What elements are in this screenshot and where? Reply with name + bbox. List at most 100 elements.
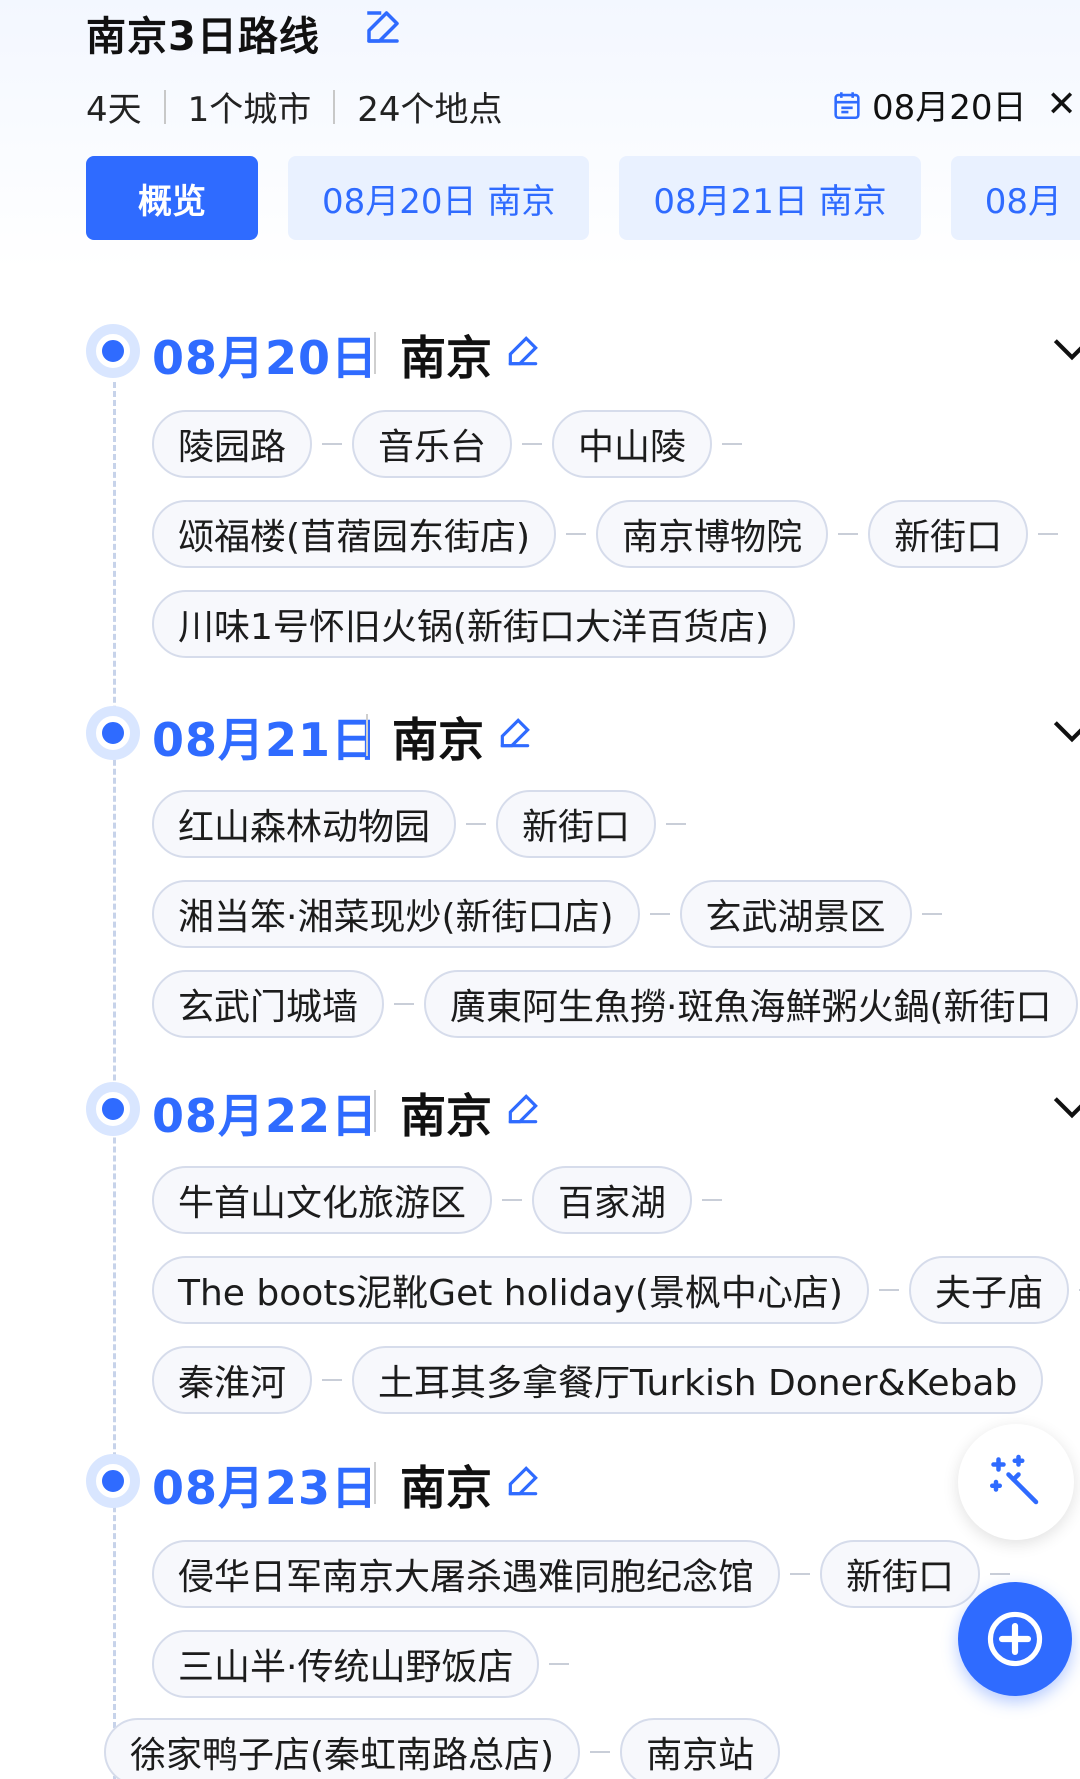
place-chip[interactable]: 徐家鸭子店(秦虹南路总店)	[104, 1718, 581, 1779]
place-chip[interactable]: 秦淮河	[152, 1346, 313, 1414]
place-chip[interactable]: 新街口	[820, 1540, 981, 1608]
day-city: 南京	[400, 331, 492, 385]
connector	[990, 1573, 1011, 1575]
place-row: 川味1号怀旧火锅(新街口大洋百货店)	[152, 590, 795, 658]
connector	[722, 443, 743, 445]
connector	[322, 1379, 343, 1381]
place-row: 陵园路 音乐台 中山陵	[152, 410, 752, 478]
day-date: 08月21日	[152, 713, 379, 767]
place-chip[interactable]: 陵园路	[152, 410, 313, 478]
tab-overview[interactable]: 概览	[86, 156, 258, 240]
divider	[366, 714, 368, 756]
place-chip[interactable]: 夫子庙	[908, 1256, 1069, 1324]
place-chip[interactable]: 玄武门城墙	[152, 970, 385, 1038]
days-count: 4天	[86, 90, 142, 130]
connector	[921, 913, 942, 915]
place-chip[interactable]: 音乐台	[352, 410, 513, 478]
place-chip[interactable]: 百家湖	[532, 1166, 693, 1234]
place-chip[interactable]: 川味1号怀旧火锅(新街口大洋百货店)	[152, 590, 795, 658]
connector	[394, 1003, 415, 1005]
timeline-line	[113, 382, 116, 1779]
place-row: 牛首山文化旅游区 百家湖	[152, 1166, 732, 1234]
day-marker	[86, 324, 140, 378]
place-chip[interactable]: 颂福楼(苜蓿园东街店)	[152, 500, 557, 568]
day-city: 南京	[392, 713, 484, 767]
divider	[374, 1090, 376, 1132]
place-chip[interactable]: 玄武湖景区	[679, 880, 912, 948]
connector	[790, 1573, 811, 1575]
place-row: 颂福楼(苜蓿园东街店) 南京博物院 新街口	[152, 500, 1068, 568]
edit-icon[interactable]	[362, 6, 404, 48]
edit-icon[interactable]	[496, 714, 534, 752]
day-date: 08月23日	[152, 1461, 379, 1515]
connector	[522, 443, 543, 445]
tab-day-1[interactable]: 08月20日 南京	[288, 156, 590, 240]
place-chip[interactable]: 三山半·传统山野饭店	[152, 1630, 540, 1698]
place-row: 红山森林动物园 新街口	[152, 790, 696, 858]
place-chip[interactable]: 新街口	[868, 500, 1029, 568]
magic-wand-icon	[990, 1454, 1039, 1505]
divider	[374, 1462, 376, 1504]
connector	[1038, 533, 1059, 535]
place-row: 秦淮河 土耳其多拿餐厅Turkish Doner&Kebab	[152, 1346, 1044, 1414]
place-chip[interactable]: 南京博物院	[596, 500, 829, 568]
day-marker	[86, 706, 140, 760]
day-tabs: 概览 08月20日 南京 08月21日 南京 08月	[86, 156, 1080, 240]
connector	[666, 823, 687, 825]
chevron-down-icon[interactable]	[1052, 716, 1080, 746]
place-chip[interactable]: 新街口	[496, 790, 657, 858]
place-count: 24个地点	[357, 90, 503, 130]
place-chip[interactable]: 湘当笨·湘菜现炒(新街口店)	[152, 880, 640, 948]
connector	[322, 443, 343, 445]
close-icon[interactable]: ✕	[1047, 84, 1077, 125]
start-date-text: 08月20日	[872, 88, 1027, 128]
calendar-icon	[834, 91, 860, 119]
edit-icon[interactable]	[504, 1090, 542, 1128]
day-marker	[86, 1454, 140, 1508]
edit-icon[interactable]	[504, 332, 542, 370]
place-row: 湘当笨·湘菜现炒(新街口店) 玄武湖景区	[152, 880, 952, 948]
place-row: 玄武门城墙 廣東阿生魚撈·斑魚海鮮粥火鍋(新街口	[152, 970, 1078, 1038]
tab-day-3[interactable]: 08月	[950, 156, 1080, 240]
trip-title: 南京3日路线	[86, 14, 320, 60]
place-row: 侵华日军南京大屠杀遇难同胞纪念馆 新街口	[152, 1540, 1020, 1608]
place-row: The boots泥靴Get holiday(景枫中心店) 夫子庙	[152, 1256, 1080, 1324]
day-city: 南京	[400, 1089, 492, 1143]
place-row: 徐家鸭子店(秦虹南路总店) 南京站	[104, 1718, 781, 1779]
place-chip[interactable]: 牛首山文化旅游区	[152, 1166, 493, 1234]
chevron-down-icon[interactable]	[1052, 1092, 1080, 1122]
divider	[374, 332, 376, 374]
place-chip[interactable]: 侵华日军南京大屠杀遇难同胞纪念馆	[152, 1540, 781, 1608]
place-row: 三山半·传统山野饭店	[152, 1630, 579, 1698]
trip-meta: 4天 1个城市 24个地点	[86, 82, 503, 131]
place-chip[interactable]: 中山陵	[552, 410, 713, 478]
day-date: 08月22日	[152, 1089, 379, 1143]
add-place-button[interactable]	[958, 1582, 1072, 1696]
place-chip[interactable]: The boots泥靴Get holiday(景枫中心店)	[152, 1256, 869, 1324]
day-date: 08月20日	[152, 331, 379, 385]
divider	[163, 89, 166, 124]
connector	[566, 533, 587, 535]
city-count: 1个城市	[187, 90, 312, 130]
tab-day-2[interactable]: 08月21日 南京	[619, 156, 921, 240]
place-chip[interactable]: 南京站	[620, 1718, 781, 1779]
day-city: 南京	[400, 1461, 492, 1515]
connector	[838, 533, 859, 535]
place-chip[interactable]: 廣東阿生魚撈·斑魚海鮮粥火鍋(新街口	[424, 970, 1078, 1038]
plus-icon	[987, 1611, 1043, 1667]
connector	[702, 1199, 723, 1201]
connector	[502, 1199, 523, 1201]
connector	[466, 823, 487, 825]
place-chip[interactable]: 红山森林动物园	[152, 790, 457, 858]
ai-assist-button[interactable]	[958, 1424, 1074, 1540]
place-chip[interactable]: 土耳其多拿餐厅Turkish Doner&Kebab	[352, 1346, 1044, 1414]
day-marker	[86, 1082, 140, 1136]
connector	[590, 1751, 611, 1753]
trip-start-date[interactable]: 08月20日 ✕	[830, 80, 1077, 129]
connector	[549, 1663, 570, 1665]
connector	[878, 1289, 899, 1291]
divider	[333, 89, 336, 124]
trip-header: 南京3日路线 4天 1个城市 24个地点 08月20日 ✕ 概览 08月20日 …	[0, 0, 1080, 270]
edit-icon[interactable]	[504, 1462, 542, 1500]
chevron-down-icon[interactable]	[1052, 334, 1080, 364]
